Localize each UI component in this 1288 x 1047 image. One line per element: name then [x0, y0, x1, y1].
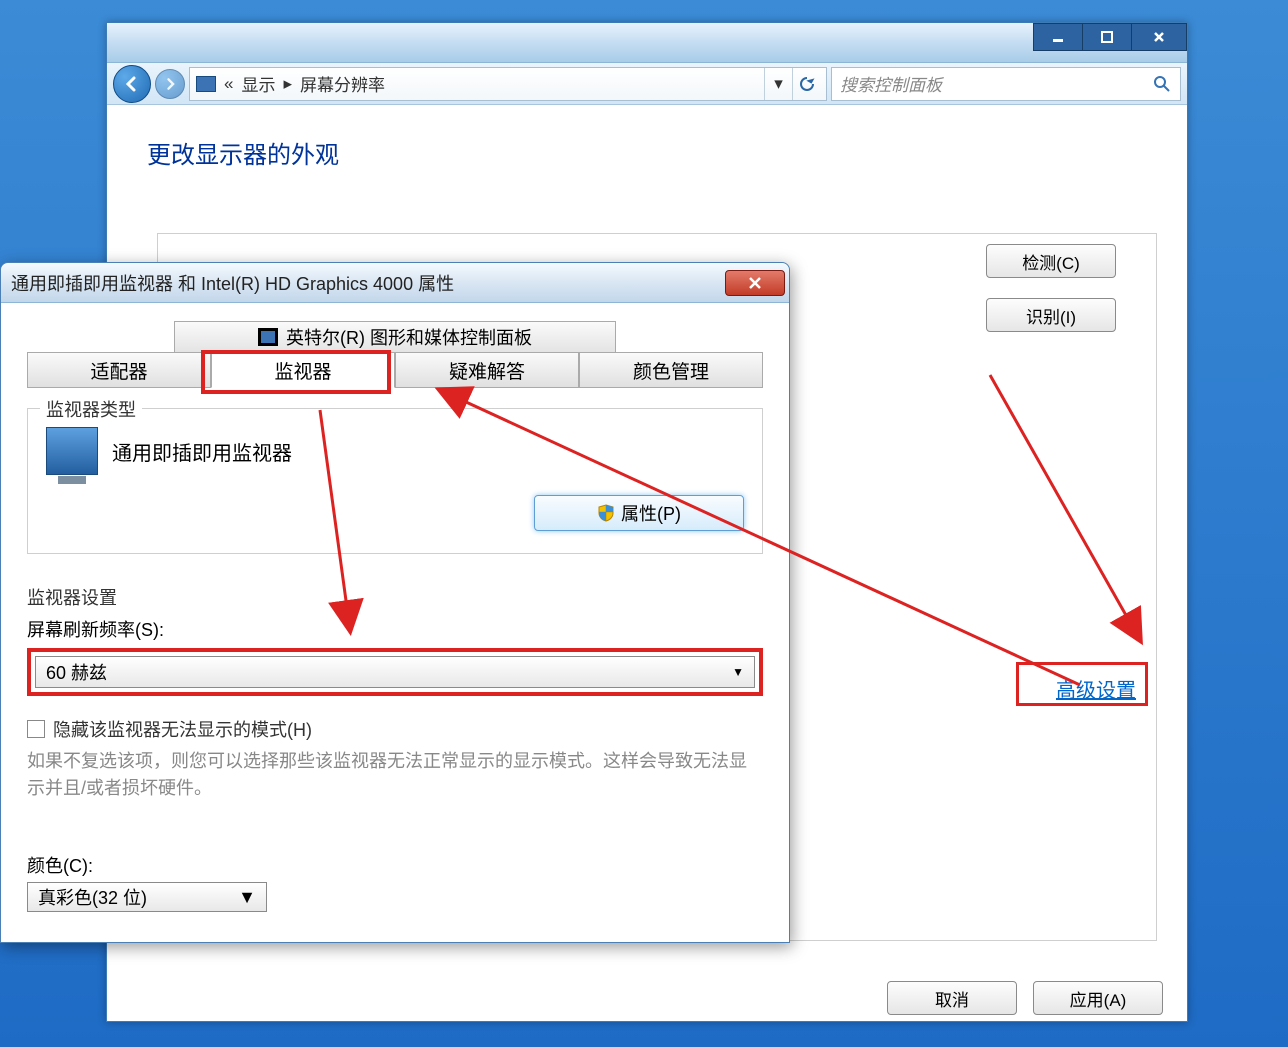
breadcrumb-resolution[interactable]: 屏幕分辨率	[300, 71, 385, 96]
dialog-titlebar[interactable]: 通用即插即用监视器 和 Intel(R) HD Graphics 4000 属性	[1, 263, 789, 303]
identify-button[interactable]: 识别(I)	[986, 298, 1116, 332]
color-value: 真彩色(32 位)	[38, 884, 147, 910]
tab-intel-graphics[interactable]: 英特尔(R) 图形和媒体控制面板	[174, 321, 616, 353]
hide-modes-checkbox[interactable]	[27, 720, 45, 738]
tab-troubleshoot[interactable]: 疑难解答	[395, 352, 579, 388]
search-icon	[1152, 74, 1172, 94]
monitor-properties-dialog: 通用即插即用监视器 和 Intel(R) HD Graphics 4000 属性…	[0, 262, 790, 943]
hide-modes-label: 隐藏该监视器无法显示的模式(H)	[53, 716, 312, 742]
monitor-type-group: 监视器类型 通用即插即用监视器 属性(P)	[27, 408, 763, 554]
monitor-name: 通用即插即用监视器	[112, 437, 292, 466]
page-title: 更改显示器的外观	[147, 135, 1147, 170]
hide-modes-hint: 如果不复选该项，则您可以选择那些该监视器无法正常显示的显示模式。这样会导致无法显…	[27, 748, 763, 802]
dialog-body: 英特尔(R) 图形和媒体控制面板 适配器 监视器 疑难解答 颜色管理 监视器类型…	[1, 303, 789, 942]
monitor-type-legend: 监视器类型	[40, 396, 142, 422]
monitor-properties-button[interactable]: 属性(P)	[534, 495, 744, 531]
address-dropdown-button[interactable]: ▾	[764, 68, 792, 100]
minimize-button[interactable]	[1033, 23, 1083, 51]
detect-button[interactable]: 检测(C)	[986, 244, 1116, 278]
address-bar-row: « 显示 ▸ 屏幕分辨率 ▾ 搜索控制面板	[107, 63, 1187, 105]
monitor-icon	[196, 76, 216, 92]
window-titlebar	[107, 23, 1187, 63]
refresh-rate-value: 60 赫兹	[46, 659, 107, 685]
refresh-rate-highlight: 60 赫兹 ▼	[27, 648, 763, 696]
advanced-settings-link[interactable]: 高级设置	[1056, 674, 1136, 703]
properties-button-label: 属性(P)	[621, 500, 681, 526]
monitor-device-icon	[46, 427, 98, 475]
breadcrumb-separator: ▸	[283, 74, 292, 94]
intel-icon	[258, 328, 278, 346]
apply-button[interactable]: 应用(A)	[1033, 981, 1163, 1015]
monitor-settings-legend: 监视器设置	[27, 584, 763, 610]
cancel-button[interactable]: 取消	[887, 981, 1017, 1015]
search-placeholder: 搜索控制面板	[840, 71, 942, 96]
chevron-down-icon: ▼	[238, 887, 256, 908]
hide-modes-row: 隐藏该监视器无法显示的模式(H)	[27, 716, 763, 742]
tab-adapter[interactable]: 适配器	[27, 352, 211, 388]
tab-monitor[interactable]: 监视器	[211, 352, 395, 388]
search-input[interactable]: 搜索控制面板	[831, 67, 1181, 101]
breadcrumb-prefix: «	[224, 74, 233, 94]
dialog-title: 通用即插即用监视器 和 Intel(R) HD Graphics 4000 属性	[11, 270, 454, 296]
dialog-close-button[interactable]	[725, 270, 785, 296]
close-button[interactable]	[1131, 23, 1187, 51]
control-panel-body: 更改显示器的外观 检测(C) 识别(I) 高级设置 取消 应用(A)	[107, 105, 1187, 230]
refresh-button[interactable]	[792, 68, 820, 100]
tabs-row: 适配器 监视器 疑难解答 颜色管理	[27, 352, 763, 388]
tab-color-management[interactable]: 颜色管理	[579, 352, 763, 388]
maximize-button[interactable]	[1082, 23, 1132, 51]
color-combo[interactable]: 真彩色(32 位) ▼	[27, 882, 267, 912]
chevron-down-icon: ▼	[732, 665, 744, 679]
nav-back-button[interactable]	[113, 65, 151, 103]
breadcrumb-display[interactable]: 显示	[241, 71, 275, 96]
refresh-rate-label: 屏幕刷新频率(S):	[27, 616, 763, 642]
shield-icon	[597, 504, 615, 522]
tab-intel-label: 英特尔(R) 图形和媒体控制面板	[286, 324, 532, 350]
refresh-rate-combo[interactable]: 60 赫兹 ▼	[35, 656, 755, 688]
nav-forward-button[interactable]	[155, 69, 185, 99]
color-label: 颜色(C):	[27, 852, 763, 878]
address-bar[interactable]: « 显示 ▸ 屏幕分辨率 ▾	[189, 67, 827, 101]
